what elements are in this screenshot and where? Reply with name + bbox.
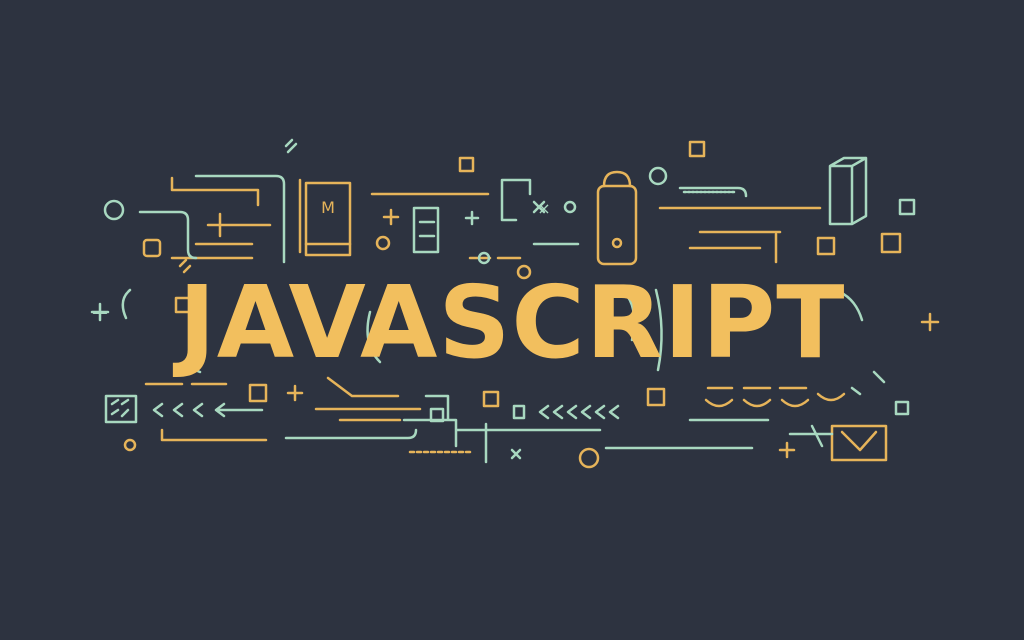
bracket-line (160, 428, 268, 442)
chevron-left-icon (566, 404, 578, 420)
x-icon (510, 448, 522, 460)
square-icon (646, 387, 666, 407)
square-icon (512, 404, 526, 420)
bracket-line (138, 210, 198, 260)
m-glyph: M (321, 198, 335, 217)
square-icon (898, 198, 916, 216)
qr-icon (104, 394, 138, 424)
chevron-left-icon (594, 404, 606, 420)
square-icon (880, 232, 902, 254)
mail-flap-icon (840, 430, 878, 452)
phone-top-icon (602, 170, 632, 188)
bracket-line (284, 428, 418, 440)
phone-icon (596, 184, 638, 266)
square-icon (688, 140, 706, 158)
square-icon (894, 400, 910, 416)
javascript-headline: JAVASCRIPT (178, 264, 846, 381)
square-icon (142, 238, 162, 258)
bolt-icon (284, 138, 298, 154)
circle-icon (578, 447, 600, 469)
smile-icon (704, 398, 734, 408)
cube-icon (828, 156, 868, 226)
qr-inner-icon (110, 398, 130, 418)
chevron-left-icon (552, 404, 564, 420)
circle-icon (103, 199, 125, 221)
banner-canvas: M × + JAVASCRIPT (0, 0, 1024, 640)
circle-icon (123, 438, 137, 452)
circle-icon (563, 200, 577, 214)
mail-icon (830, 424, 888, 462)
bracket-line (170, 176, 260, 207)
x-glyph: × (537, 199, 550, 218)
chevron-left-icon (580, 404, 592, 420)
smile-icon (742, 398, 772, 408)
bracket-line (500, 178, 532, 222)
smile-icon (780, 398, 810, 408)
chevron-left-icon (152, 402, 164, 418)
square-icon (816, 236, 836, 256)
smile-icon (816, 392, 846, 402)
chevron-left-icon (538, 404, 550, 420)
square-icon (458, 156, 475, 173)
chevron-left-icon (608, 404, 620, 420)
phone-button-icon (611, 237, 623, 249)
circle-icon (648, 166, 668, 186)
arrow-left-icon (214, 402, 264, 418)
bracket-line (788, 424, 834, 448)
chevron-left-icon (192, 402, 204, 418)
chevron-left-icon (172, 402, 184, 418)
bracket-line (850, 386, 862, 396)
circle-icon (375, 235, 391, 251)
square-icon (248, 383, 268, 403)
box-icon (412, 206, 440, 254)
square-icon (482, 390, 500, 408)
